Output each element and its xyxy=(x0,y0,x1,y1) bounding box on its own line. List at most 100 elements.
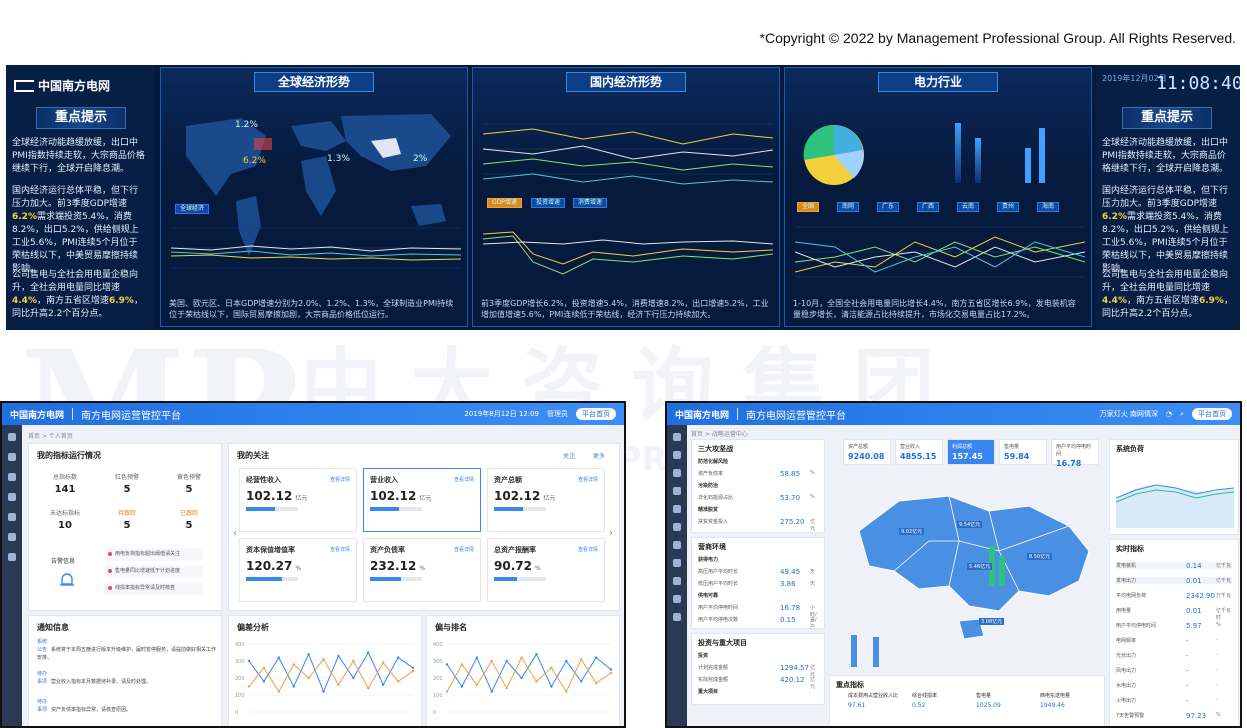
tree-icon[interactable] xyxy=(673,487,681,495)
data-point[interactable] xyxy=(337,683,340,686)
power-region-tab[interactable]: 南网 xyxy=(837,202,860,212)
data-point[interactable] xyxy=(337,654,340,658)
realtime-row[interactable]: 平均电网负荷 2342.90 万千瓦 xyxy=(1116,592,1232,600)
power-region-tab[interactable]: 海南 xyxy=(1037,202,1060,212)
data-point[interactable] xyxy=(490,659,493,663)
bank-icon[interactable] xyxy=(673,541,681,549)
stat-value[interactable]: 5 xyxy=(99,484,155,495)
realtime-row[interactable]: 风电出力 - - xyxy=(1116,667,1232,675)
indicator-row[interactable]: 用户平均停电时间 16.78 小时/户 xyxy=(698,604,818,625)
kpi-detail-link[interactable]: 查看详情 xyxy=(454,546,474,553)
data-point[interactable] xyxy=(307,676,310,680)
indicator-row[interactable]: 扶贫资金投入 275.20 亿元 xyxy=(698,518,818,532)
headline-tile[interactable]: 利润总额 157.45 xyxy=(947,439,995,465)
data-point[interactable] xyxy=(445,663,449,666)
kpi-card[interactable]: 资本保值增值率 查看详情 120.27% xyxy=(239,538,357,602)
stat-value[interactable]: 5 xyxy=(161,484,217,495)
stat-value[interactable]: 5 xyxy=(99,520,155,531)
power-region-tab[interactable]: 全国 xyxy=(797,202,820,212)
data-point[interactable] xyxy=(247,685,251,688)
data-point[interactable] xyxy=(411,670,415,673)
stat-value[interactable]: 5 xyxy=(161,520,217,531)
data-point[interactable] xyxy=(352,676,355,680)
realtime-row[interactable]: 电网频率 - - xyxy=(1116,637,1232,645)
indicator-row[interactable]: 非化石能源占比 53.70% xyxy=(698,494,818,502)
data-point[interactable] xyxy=(367,687,370,690)
data-point[interactable] xyxy=(381,683,385,686)
data-point[interactable] xyxy=(505,687,508,690)
stat-value[interactable]: 141 xyxy=(37,484,93,495)
data-point[interactable] xyxy=(322,658,325,661)
data-point[interactable] xyxy=(396,656,400,659)
prev-arrow-icon[interactable]: ‹ xyxy=(233,528,237,539)
share-icon[interactable] xyxy=(8,513,16,521)
kpi-detail-link[interactable]: 查看详情 xyxy=(578,476,598,483)
more-link[interactable]: 更多 xyxy=(593,451,605,460)
data-point[interactable] xyxy=(445,690,449,693)
data-point[interactable] xyxy=(550,666,553,669)
alarm-item[interactable]: 用电负荷指标超出阈值请关注 xyxy=(105,548,203,561)
data-point[interactable] xyxy=(322,690,325,693)
indicator-row[interactable]: 低压用户平均时长 3.86 天 xyxy=(698,580,818,588)
realtime-row[interactable]: 7天告警预警 97.23% xyxy=(1116,712,1232,720)
data-point[interactable] xyxy=(535,680,538,683)
bookmark-icon[interactable] xyxy=(8,453,16,461)
data-point[interactable] xyxy=(579,658,583,661)
globe-icon[interactable] xyxy=(673,469,681,477)
data-point[interactable] xyxy=(277,690,281,693)
chart-icon[interactable] xyxy=(8,533,16,541)
indicator-row[interactable]: 获得电力 xyxy=(698,556,818,563)
kpi-detail-link[interactable]: 查看详情 xyxy=(578,546,598,553)
realtime-row[interactable]: 水电出力 - - xyxy=(1116,682,1232,690)
target-icon[interactable] xyxy=(8,473,16,481)
data-point[interactable] xyxy=(520,676,523,680)
next-arrow-icon[interactable]: › xyxy=(609,528,613,539)
menu-icon[interactable] xyxy=(8,433,16,441)
indicator-row[interactable]: 资产负债率 58.85% xyxy=(698,470,818,478)
indicator-row[interactable]: 防范化解风险 xyxy=(698,458,818,465)
indicator-row[interactable]: 重大项目 xyxy=(698,688,818,695)
data-point[interactable] xyxy=(307,653,310,656)
follow-link[interactable]: 关注 xyxy=(563,451,575,460)
kpi-detail-link[interactable]: 查看详情 xyxy=(330,476,350,483)
home-button[interactable]: 平台首页 xyxy=(576,408,616,420)
grid-icon[interactable] xyxy=(673,577,681,585)
power-region-tab[interactable]: 广东 xyxy=(877,202,900,212)
target-icon[interactable] xyxy=(673,505,681,513)
notice-item[interactable]: 待办事项 资产负债率指标异常，请核查原因。 xyxy=(37,698,217,714)
data-point[interactable] xyxy=(292,685,295,688)
power-region-tab[interactable]: 广西 xyxy=(917,202,940,212)
kpi-card[interactable]: 营业收入 查看详情 102.12 亿元 xyxy=(363,468,481,532)
user-icon[interactable] xyxy=(673,433,681,441)
data-point[interactable] xyxy=(411,666,415,669)
kpi-card[interactable]: 经营性收入 查看详情 102.12 亿元 xyxy=(239,468,357,532)
headline-tile[interactable]: 用户平均停电时间 16.78 xyxy=(1051,439,1099,468)
data-point[interactable] xyxy=(292,663,295,666)
kpi-detail-link[interactable]: 查看详情 xyxy=(330,546,350,553)
realtime-row[interactable]: 用户平均停电时间 5.97% xyxy=(1116,622,1232,630)
indicator-row[interactable]: 用户平均停电次数 0.15 次/户 xyxy=(698,616,818,630)
domestic-tab-1[interactable]: GDP增速 xyxy=(487,198,522,208)
data-point[interactable] xyxy=(381,661,385,664)
data-point[interactable] xyxy=(352,659,355,663)
data-point[interactable] xyxy=(262,666,266,669)
power-region-tab[interactable]: 贵州 xyxy=(997,202,1020,212)
lock-icon[interactable] xyxy=(673,595,681,603)
data-point[interactable] xyxy=(247,659,251,663)
data-point[interactable] xyxy=(367,651,370,654)
data-point[interactable] xyxy=(565,659,568,663)
gear-icon[interactable] xyxy=(673,613,681,621)
alarm-item[interactable]: 售电量同比增速低于计划进度 xyxy=(105,565,203,578)
data-point[interactable] xyxy=(609,668,613,671)
indicator-row[interactable]: 精准脱贫 xyxy=(698,506,818,513)
data-point[interactable] xyxy=(262,680,266,683)
location-icon[interactable] xyxy=(8,553,16,561)
user-name[interactable]: 管理员 xyxy=(547,409,568,419)
realtime-row[interactable]: 光伏出力 - - xyxy=(1116,652,1232,660)
map-mode-button[interactable]: 全球经济 xyxy=(175,204,210,214)
bell-icon[interactable]: ◔ xyxy=(1166,410,1172,418)
hierarchy-icon[interactable] xyxy=(673,523,681,531)
headline-tile[interactable]: 售电量 59.84 xyxy=(999,439,1047,465)
kpi-card[interactable]: 总资产报酬率 查看详情 90.72% xyxy=(487,538,605,602)
data-point[interactable] xyxy=(505,659,508,663)
